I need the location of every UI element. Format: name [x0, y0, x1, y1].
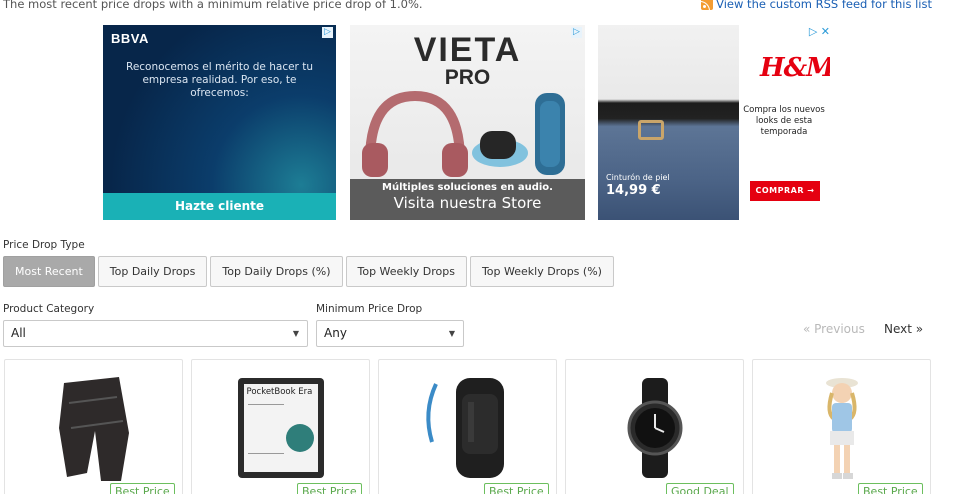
- ereader-body: PocketBook Era: [237, 378, 324, 478]
- hm-logo: H&M: [760, 53, 830, 83]
- tab-top-daily-drops[interactable]: Top Daily Drops: [97, 256, 208, 287]
- product-card[interactable]: Best Price: [378, 359, 557, 494]
- deal-badge: Best Price: [484, 483, 549, 494]
- bbva-logo: BBVA: [111, 31, 149, 46]
- ereader-badge-circle: [285, 424, 314, 452]
- belt-photo: Cinturón de piel 14,99 €: [598, 25, 739, 220]
- min-price-drop-value: Any: [324, 326, 347, 340]
- ad-vieta-pro[interactable]: ▷ VIETA PRO Múltiples soluciones en audi…: [350, 25, 585, 220]
- ad-choices-close-icon[interactable]: ▷ ✕: [809, 25, 830, 38]
- page-intro-text: The most recent price drops with a minim…: [3, 0, 423, 11]
- tab-top-weekly-drops-percent[interactable]: Top Weekly Drops (%): [469, 256, 614, 287]
- rss-feed-link-label: View the custom RSS feed for this list: [716, 0, 932, 11]
- deal-badge: Best Price: [110, 483, 175, 494]
- tab-top-daily-drops-percent[interactable]: Top Daily Drops (%): [210, 256, 343, 287]
- ereader-screen: PocketBook Era: [243, 384, 318, 472]
- next-page-link[interactable]: Next »: [884, 322, 923, 336]
- product-category-label: Product Category: [3, 303, 95, 315]
- product-category-value: All: [11, 326, 26, 340]
- product-card[interactable]: Best Price: [752, 359, 931, 494]
- pocketbook-era-ereader-image: PocketBook Era: [192, 368, 369, 488]
- product-card[interactable]: Good Deal: [565, 359, 744, 494]
- hm-buy-button[interactable]: COMPRAR →: [750, 181, 820, 201]
- tab-top-weekly-drops[interactable]: Top Weekly Drops: [345, 256, 467, 287]
- price-drop-type-label: Price Drop Type: [3, 239, 85, 251]
- hm-text: Compra los nuevos looks de esta temporad…: [743, 105, 825, 137]
- previous-page-link: « Previous: [803, 322, 865, 336]
- hydration-backpack-image: [379, 368, 556, 488]
- ereader-lines: [247, 404, 284, 454]
- ad-bbva-cta-button[interactable]: Hazte cliente: [103, 193, 336, 220]
- vieta-logo-sub: PRO: [444, 66, 491, 89]
- ereader-title: PocketBook Era: [246, 387, 313, 397]
- product-card[interactable]: Best Price: [4, 359, 183, 494]
- hm-price-label: Cinturón de piel: [606, 173, 670, 182]
- doll-image: [753, 368, 930, 488]
- product-category-select[interactable]: All ▼: [3, 320, 308, 347]
- tab-most-recent[interactable]: Most Recent: [3, 256, 95, 287]
- product-card[interactable]: PocketBook Era Best Price: [191, 359, 370, 494]
- chevron-down-icon: ▼: [448, 329, 455, 338]
- ad-bbva-text: Reconocemos el mérito de hacer tu empres…: [126, 61, 313, 99]
- deal-badge: Best Price: [858, 483, 923, 494]
- ad-choices-icon[interactable]: ▷: [322, 27, 333, 38]
- rss-icon: [701, 0, 714, 10]
- ad-vieta-line1: Múltiples soluciones en audio.: [382, 182, 553, 193]
- chevron-down-icon: ▼: [292, 329, 299, 338]
- price-drop-type-tabs: Most Recent Top Daily Drops Top Daily Dr…: [3, 256, 614, 287]
- smartwatch-image: [566, 368, 743, 488]
- headphones-speaker-image: [362, 91, 565, 177]
- ad-bbva[interactable]: BBVA ▷ Reconocemos el mérito de hacer tu…: [103, 25, 336, 220]
- ad-vieta-line2: Visita nuestra Store: [393, 194, 542, 212]
- min-price-drop-label: Minimum Price Drop: [316, 303, 423, 315]
- hm-price: 14,99 €: [606, 183, 661, 198]
- deal-badge: Best Price: [297, 483, 362, 494]
- ad-vieta-banner[interactable]: Múltiples soluciones en audio. Visita nu…: [350, 179, 585, 220]
- vieta-logo: VIETA: [413, 31, 522, 69]
- belt-buckle: [638, 120, 664, 140]
- min-price-drop-select[interactable]: Any ▼: [316, 320, 464, 347]
- rss-feed-link[interactable]: View the custom RSS feed for this list: [701, 0, 932, 11]
- deal-badge: Good Deal: [666, 483, 734, 494]
- padded-shorts-image: [5, 368, 182, 488]
- ad-hm[interactable]: Cinturón de piel 14,99 € ▷ ✕ H&M Compra …: [598, 25, 830, 220]
